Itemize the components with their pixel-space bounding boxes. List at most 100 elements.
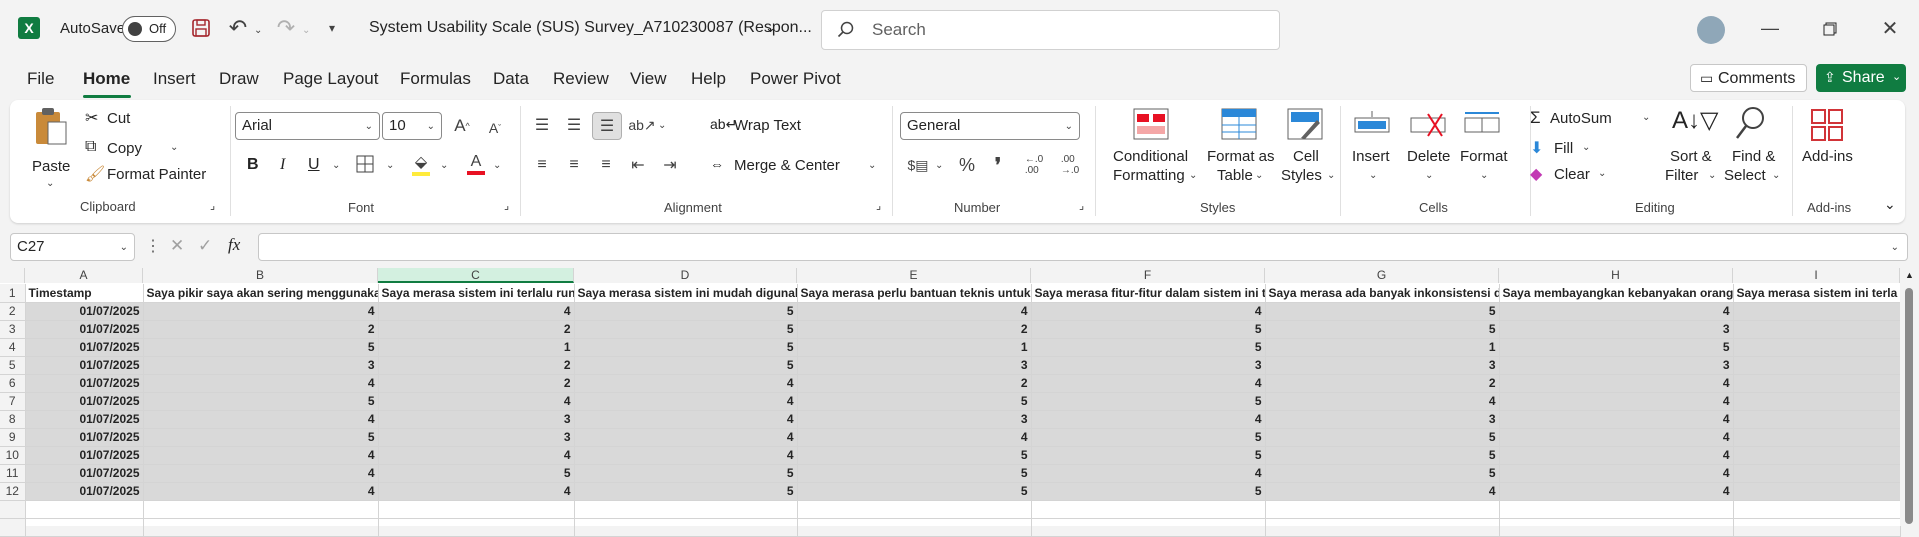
table-cell[interactable]: 5 xyxy=(797,482,1032,501)
scroll-up-icon[interactable]: ▲ xyxy=(1905,270,1914,280)
row-header[interactable]: 1 xyxy=(0,284,26,303)
column-header-c[interactable]: C xyxy=(378,268,574,283)
align-top-icon[interactable]: ☰ xyxy=(530,114,554,136)
autosave-toggle[interactable]: Off xyxy=(122,16,176,42)
header-cell[interactable]: Saya merasa ada banyak inkonsistensi d xyxy=(1265,284,1500,303)
row-header[interactable]: 3 xyxy=(0,320,26,339)
close-icon[interactable]: ✕ xyxy=(1880,18,1900,40)
font-color-icon[interactable]: A xyxy=(465,152,487,176)
header-cell[interactable]: Saya merasa sistem ini mudah digunak xyxy=(574,284,798,303)
column-header-i[interactable]: I xyxy=(1733,268,1900,283)
header-cell[interactable]: Saya merasa perlu bantuan teknis untuk xyxy=(797,284,1032,303)
format-painter-button[interactable]: 🖌 Format Painter xyxy=(85,164,225,188)
paste-button[interactable]: Paste ⌄ xyxy=(30,106,72,196)
fill-color-dropdown-icon[interactable]: ⌄ xyxy=(440,160,448,171)
row-header[interactable]: 12 xyxy=(0,482,26,501)
accounting-format-icon[interactable]: $▤ xyxy=(905,154,931,176)
table-cell[interactable] xyxy=(1733,500,1901,519)
table-cell[interactable]: 5 xyxy=(1031,392,1266,411)
table-cell[interactable]: 1 xyxy=(1265,338,1500,357)
table-cell[interactable]: 01/07/2025 xyxy=(25,482,144,501)
document-title[interactable]: System Usability Scale (SUS) Survey_A710… xyxy=(369,19,812,37)
select-all-corner[interactable] xyxy=(0,268,25,283)
search-box[interactable]: Search xyxy=(821,10,1280,50)
delete-cells-button[interactable]: Delete ⌄ xyxy=(1402,104,1454,194)
header-cell[interactable]: Saya merasa sistem ini terlalu run xyxy=(378,284,575,303)
underline-dropdown-icon[interactable]: ⌄ xyxy=(332,160,340,171)
table-cell[interactable]: 5 xyxy=(1031,320,1266,339)
table-cell[interactable]: 01/07/2025 xyxy=(25,302,144,321)
align-right-icon[interactable]: ≡ xyxy=(594,154,618,176)
table-cell[interactable]: 01/07/2025 xyxy=(25,338,144,357)
table-cell[interactable] xyxy=(1031,518,1266,537)
row-header[interactable]: 10 xyxy=(0,446,26,465)
row-header[interactable]: 7 xyxy=(0,392,26,411)
table-cell[interactable]: 4 xyxy=(143,410,379,429)
table-cell[interactable]: 4 xyxy=(143,482,379,501)
table-cell[interactable]: 4 xyxy=(1499,464,1734,483)
table-cell[interactable]: 4 xyxy=(1265,482,1500,501)
table-cell[interactable]: 5 xyxy=(797,464,1032,483)
table-cell[interactable]: 4 xyxy=(143,464,379,483)
expand-formula-icon[interactable]: ⌄ xyxy=(1891,242,1899,253)
table-cell[interactable]: 2 xyxy=(797,320,1032,339)
enter-icon[interactable]: ✓ xyxy=(198,236,212,256)
table-cell[interactable] xyxy=(378,500,575,519)
table-cell[interactable]: 3 xyxy=(1265,410,1500,429)
table-cell[interactable] xyxy=(797,518,1032,537)
header-cell[interactable]: Saya membayangkan kebanyakan orang xyxy=(1499,284,1734,303)
table-cell[interactable] xyxy=(1733,464,1901,483)
save-icon[interactable] xyxy=(190,17,212,39)
cut-button[interactable]: ✂ Cut xyxy=(85,108,155,132)
table-cell[interactable]: 4 xyxy=(574,446,798,465)
scroll-thumb[interactable] xyxy=(1905,288,1913,524)
sort-filter-button[interactable]: A↓▽ Sort & Filter ⌄ xyxy=(1660,104,1720,194)
table-cell[interactable] xyxy=(1733,446,1901,465)
increase-decimal-icon[interactable]: ←.0.00 xyxy=(1020,154,1048,176)
font-color-dropdown-icon[interactable]: ⌄ xyxy=(493,160,501,171)
font-size-select[interactable]: 10 ⌄ xyxy=(382,112,442,140)
table-cell[interactable]: 4 xyxy=(378,392,575,411)
table-cell[interactable]: 4 xyxy=(574,428,798,447)
table-cell[interactable]: 4 xyxy=(1031,410,1266,429)
table-cell[interactable]: 4 xyxy=(1265,392,1500,411)
align-center-icon[interactable]: ≡ xyxy=(562,154,586,176)
accounting-dropdown-icon[interactable]: ⌄ xyxy=(935,160,943,171)
table-cell[interactable] xyxy=(25,518,144,537)
tab-data[interactable]: Data xyxy=(493,69,529,89)
fill-color-icon[interactable]: ⬙ xyxy=(410,152,432,176)
tab-formulas[interactable]: Formulas xyxy=(400,69,471,89)
tab-review[interactable]: Review xyxy=(553,69,609,89)
table-cell[interactable] xyxy=(1733,356,1901,375)
tab-view[interactable]: View xyxy=(630,69,667,89)
table-cell[interactable]: 3 xyxy=(1499,356,1734,375)
tab-file[interactable]: File xyxy=(27,69,54,89)
table-cell[interactable]: 5 xyxy=(574,356,798,375)
table-cell[interactable] xyxy=(1733,338,1901,357)
tab-power-pivot[interactable]: Power Pivot xyxy=(750,69,841,89)
table-cell[interactable]: 3 xyxy=(378,428,575,447)
align-left-icon[interactable]: ≡ xyxy=(530,154,554,176)
table-cell[interactable]: 3 xyxy=(378,410,575,429)
table-cell[interactable]: 5 xyxy=(1265,464,1500,483)
underline-button[interactable]: U xyxy=(308,156,320,174)
font-launcher-icon[interactable]: ⌟ xyxy=(504,199,509,212)
table-cell[interactable]: 4 xyxy=(574,410,798,429)
add-ins-button[interactable]: Add-ins xyxy=(1798,104,1858,194)
table-cell[interactable] xyxy=(1733,482,1901,501)
table-cell[interactable]: 3 xyxy=(1265,356,1500,375)
table-cell[interactable]: 5 xyxy=(143,338,379,357)
title-chevron-icon[interactable]: ⌄ xyxy=(765,20,776,36)
borders-icon[interactable] xyxy=(355,154,375,174)
table-cell[interactable] xyxy=(378,518,575,537)
row-header[interactable]: 4 xyxy=(0,338,26,357)
row-header[interactable]: 6 xyxy=(0,374,26,393)
table-cell[interactable]: 4 xyxy=(143,302,379,321)
insert-cells-button[interactable]: Insert ⌄ xyxy=(1348,104,1398,194)
table-cell[interactable] xyxy=(25,500,144,519)
row-header[interactable]: 8 xyxy=(0,410,26,429)
table-cell[interactable] xyxy=(1733,518,1901,537)
table-cell[interactable]: 01/07/2025 xyxy=(25,428,144,447)
comma-style-icon[interactable]: ❜ xyxy=(988,154,1008,177)
redo-dropdown-icon[interactable]: ⌄ xyxy=(302,25,310,36)
